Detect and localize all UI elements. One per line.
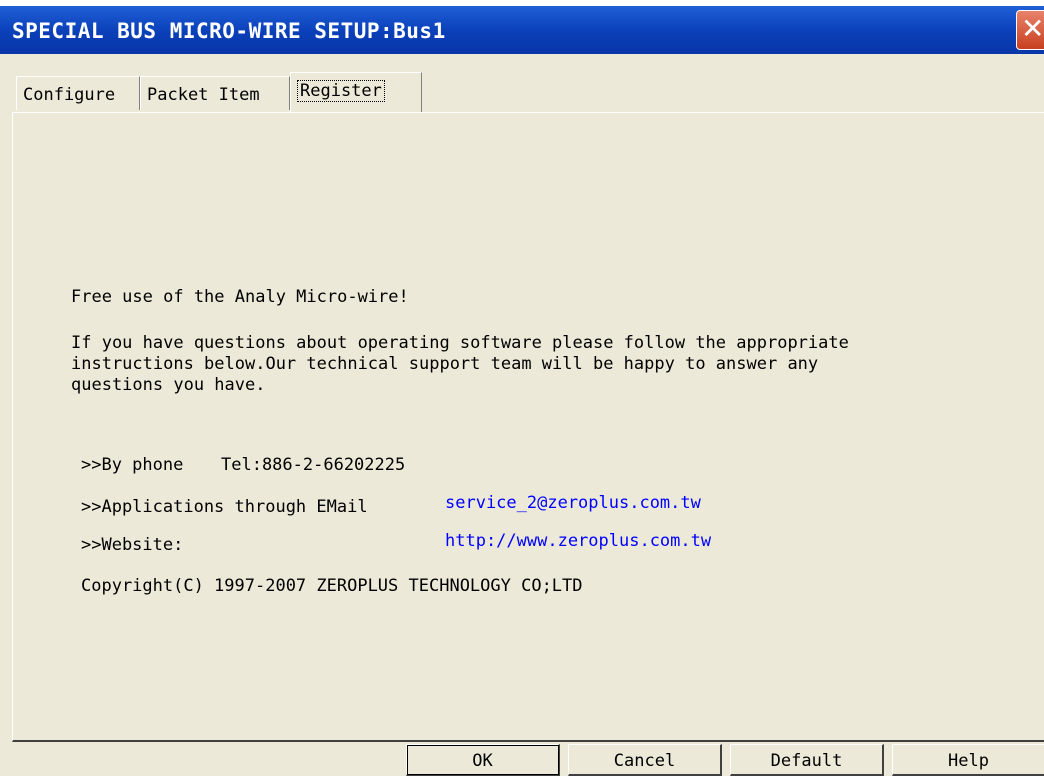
copyright-text: Copyright(C) 1997-2007 ZEROPLUS TECHNOLO…: [81, 576, 583, 596]
tab-register-label: Register: [297, 80, 385, 102]
tab-configure-label: Configure: [23, 85, 116, 105]
questions-line-2: instructions below.Our technical support…: [71, 354, 819, 374]
email-link[interactable]: service_2@zeroplus.com.tw: [445, 493, 701, 514]
questions-line-3: questions you have.: [71, 375, 266, 395]
ok-button[interactable]: OK: [406, 744, 560, 776]
website-label: >>Website:: [81, 535, 184, 555]
free-use-text: Free use of the Analy Micro-wire!: [71, 287, 409, 307]
dialog-body: Configure Packet Item Register Free use …: [0, 54, 1044, 776]
title-bar[interactable]: SPECIAL BUS MICRO-WIRE SETUP:Bus1: [0, 6, 1044, 54]
tab-packet-item[interactable]: Packet Item: [140, 76, 290, 110]
tab-packet-item-label: Packet Item: [147, 85, 260, 105]
default-button[interactable]: Default: [730, 744, 884, 776]
window-title: SPECIAL BUS MICRO-WIRE SETUP:Bus1: [12, 19, 446, 43]
help-button[interactable]: Help: [892, 744, 1044, 776]
website-link[interactable]: http://www.zeroplus.com.tw: [445, 531, 711, 552]
phone-label: >>By phone: [81, 455, 184, 475]
close-icon: ✕: [1021, 12, 1044, 45]
register-panel: Free use of the Analy Micro-wire! If you…: [12, 112, 1044, 742]
questions-line-1: If you have questions about operating so…: [71, 333, 849, 353]
email-label: >>Applications through EMail: [81, 497, 368, 517]
tab-configure[interactable]: Configure: [16, 76, 140, 110]
tab-register[interactable]: Register: [290, 72, 422, 112]
button-row: OK Cancel Default Help: [0, 744, 1044, 776]
phone-value: Tel:886-2-66202225: [221, 455, 406, 475]
close-button[interactable]: ✕: [1016, 10, 1044, 50]
cancel-button[interactable]: Cancel: [568, 744, 722, 776]
